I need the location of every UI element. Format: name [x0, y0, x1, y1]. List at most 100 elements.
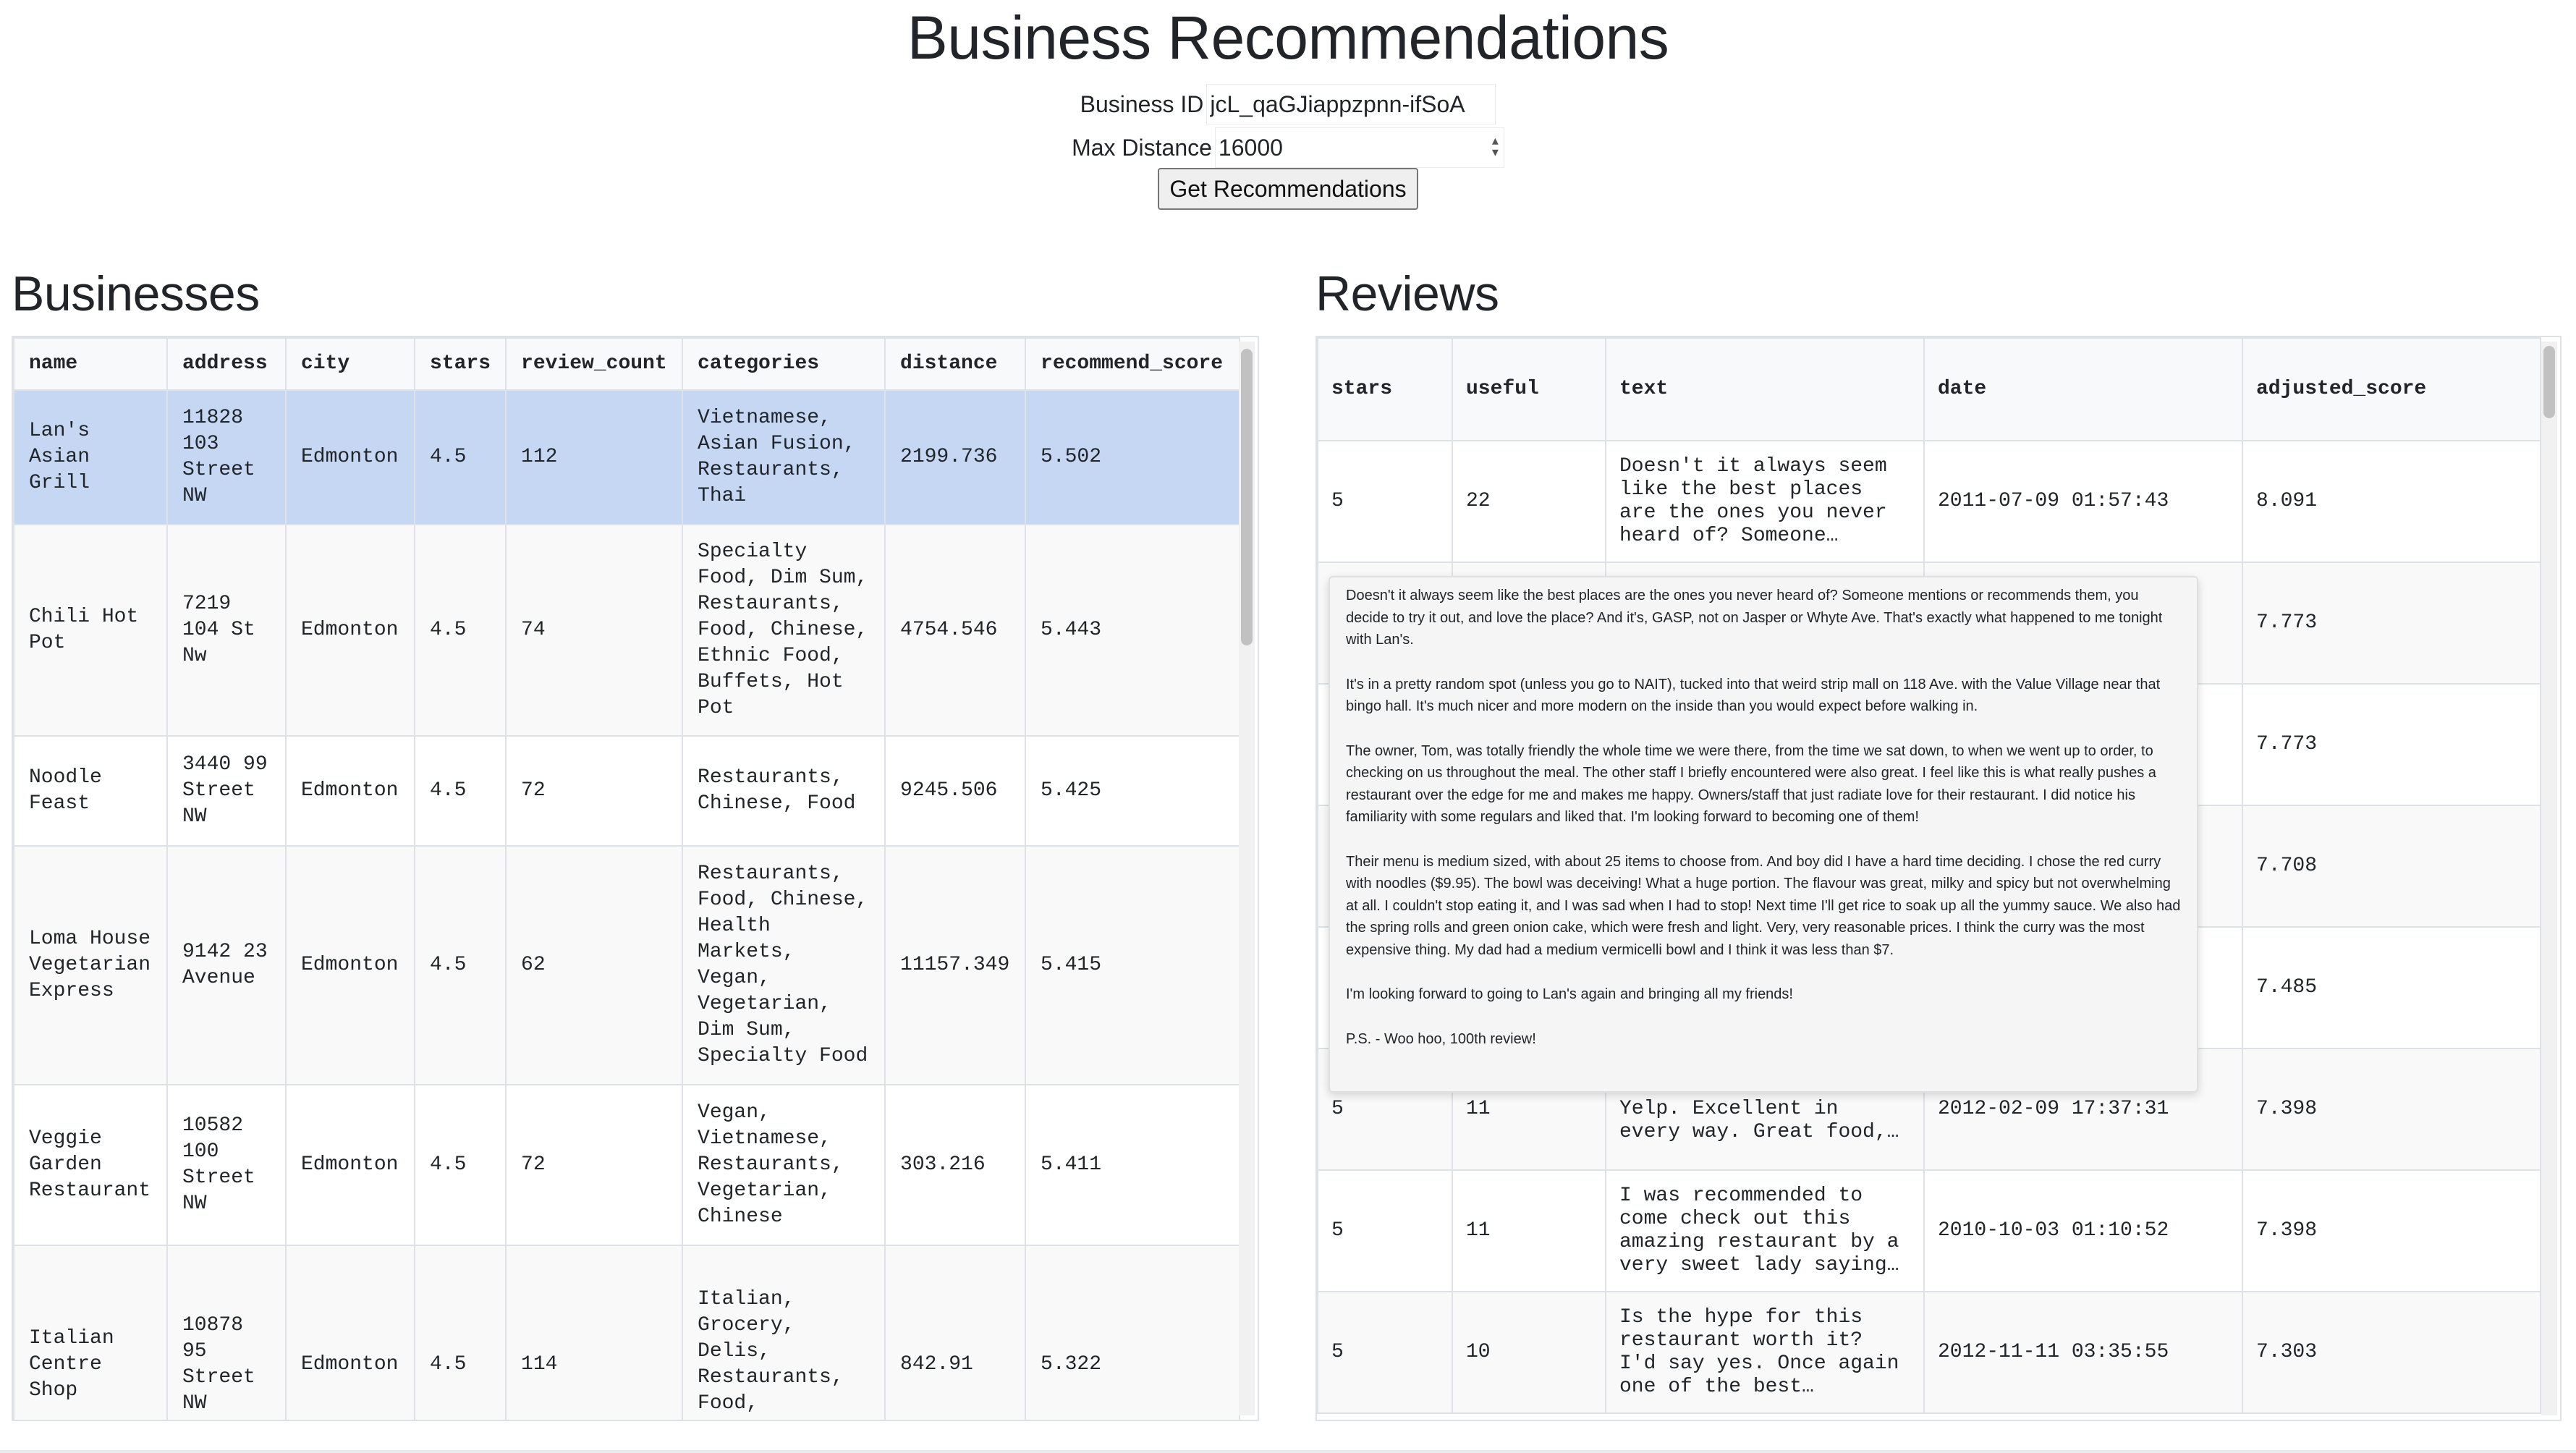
- cell-distance: 11157.349: [884, 845, 1027, 1085]
- cell-useful: 22: [1452, 440, 1606, 563]
- cell-recommend-score: 5.415: [1025, 845, 1241, 1085]
- cell-city: Edmonton: [285, 845, 415, 1085]
- reviews-scrollbar[interactable]: [2541, 342, 2557, 1415]
- cell-city: Edmonton: [285, 524, 415, 737]
- cell-categories: Vietnamese, Asian Fusion, Restaurants, T…: [682, 389, 886, 525]
- max-distance-row: Max Distance ▴▾: [0, 127, 2576, 168]
- cell-text[interactable]: Doesn't it always seem like the best pla…: [1605, 440, 1925, 563]
- cell-recommend-score: 5.322: [1025, 1245, 1241, 1420]
- tooltip-paragraph: I'm looking forward to going to Lan's ag…: [1346, 986, 1793, 1002]
- column-header[interactable]: adjusted_score: [2242, 337, 2541, 441]
- reviews-heading: Reviews: [1315, 266, 1499, 321]
- business-id-row: Business ID: [0, 84, 2576, 124]
- max-distance-input[interactable]: [1214, 127, 1504, 168]
- cell-distance: 842.91: [884, 1245, 1027, 1420]
- column-header[interactable]: categories: [682, 337, 886, 391]
- business-row[interactable]: Noodle Feast 3440 99 Street NW Edmonton …: [13, 735, 1241, 847]
- cell-date: 2012-11-11 03:35:55: [1923, 1291, 2243, 1414]
- cell-categories: Restaurants, Chinese, Food: [682, 735, 886, 847]
- cell-recommend-score: 5.411: [1025, 1084, 1241, 1246]
- cell-city: Edmonton: [285, 735, 415, 847]
- business-row[interactable]: Italian Centre Shop 10878 95 Street NW E…: [13, 1245, 1241, 1420]
- cell-adjusted-score: 8.091: [2242, 440, 2541, 563]
- max-distance-label: Max Distance: [1072, 134, 1212, 161]
- column-header[interactable]: review_count: [505, 337, 684, 391]
- business-id-label: Business ID: [1080, 90, 1204, 117]
- cell-name: Loma House Vegetarian Express: [13, 845, 168, 1085]
- column-header[interactable]: stars: [1317, 337, 1453, 441]
- cell-date: 2011-07-09 01:57:43: [1923, 440, 2243, 563]
- column-header[interactable]: address: [166, 337, 287, 391]
- review-row[interactable]: 5 22 Doesn't it always seem like the bes…: [1317, 440, 2541, 563]
- page-divider: [0, 1450, 2576, 1453]
- businesses-table-container[interactable]: name address city stars review_count cat…: [12, 336, 1259, 1421]
- column-header[interactable]: distance: [884, 337, 1027, 391]
- cell-useful: 11: [1452, 1169, 1606, 1292]
- cell-categories: Vegan, Vietnamese, Restaurants, Vegetari…: [682, 1084, 886, 1246]
- scrollbar-thumb[interactable]: [2543, 346, 2555, 418]
- cell-text[interactable]: I was recommended to come check out this…: [1605, 1169, 1925, 1292]
- cell-stars: 5: [1317, 440, 1453, 563]
- column-header[interactable]: text: [1605, 337, 1925, 441]
- scrollbar-thumb[interactable]: [1241, 349, 1253, 645]
- cell-recommend-score: 5.425: [1025, 735, 1241, 847]
- column-header[interactable]: stars: [413, 337, 507, 391]
- cell-distance: 4754.546: [884, 524, 1027, 737]
- businesses-table: name address city stars review_count cat…: [13, 337, 1241, 1420]
- cell-address: 10878 95 Street NW: [166, 1245, 287, 1420]
- number-spinner-icon[interactable]: ▴ ▾: [1492, 134, 1499, 158]
- cell-address: 9142 23 Avenue: [166, 845, 287, 1085]
- tooltip-paragraph: Their menu is medium sized, with about 2…: [1346, 853, 2181, 958]
- column-header[interactable]: date: [1923, 337, 2243, 441]
- cell-adjusted-score: 7.485: [2242, 926, 2541, 1049]
- column-header[interactable]: useful: [1452, 337, 1606, 441]
- cell-recommend-score: 5.443: [1025, 524, 1241, 737]
- cell-name: Veggie Garden Restaurant: [13, 1084, 168, 1246]
- cell-adjusted-score: 7.398: [2242, 1169, 2541, 1292]
- cell-categories: Italian, Grocery, Delis, Restaurants, Fo…: [682, 1245, 886, 1420]
- column-header[interactable]: name: [13, 337, 168, 391]
- cell-name: Italian Centre Shop: [13, 1245, 168, 1420]
- reviews-header-row: stars useful text date adjusted_score: [1317, 337, 2541, 441]
- cell-review-count: 72: [505, 1084, 684, 1246]
- cell-name: Lan's Asian Grill: [13, 389, 168, 525]
- cell-adjusted-score: 7.303: [2242, 1291, 2541, 1414]
- cell-categories: Restaurants, Food, Chinese, Health Marke…: [682, 845, 886, 1085]
- cell-city: Edmonton: [285, 389, 415, 525]
- page-title: Business Recommendations: [907, 4, 1669, 72]
- cell-review-count: 74: [505, 524, 684, 737]
- tooltip-paragraph: It's in a pretty random spot (unless you…: [1346, 676, 2161, 715]
- submit-row: Get Recommendations: [0, 168, 2576, 210]
- business-row[interactable]: Veggie Garden Restaurant 10582 100 Stree…: [13, 1084, 1241, 1246]
- cell-address: 3440 99 Street NW: [166, 735, 287, 847]
- cell-distance: 2199.736: [884, 389, 1027, 525]
- cell-address: 7219 104 St Nw: [166, 524, 287, 737]
- cell-recommend-score: 5.502: [1025, 389, 1241, 525]
- business-id-input[interactable]: [1206, 84, 1496, 124]
- cell-stars: 4.5: [413, 735, 507, 847]
- column-header[interactable]: recommend_score: [1025, 337, 1241, 391]
- review-row[interactable]: 5 10 Is the hype for this restaurant wor…: [1317, 1291, 2541, 1414]
- review-text-tooltip: Doesn't it always seem like the best pla…: [1329, 576, 2198, 1093]
- cell-address: 10582 100 Street NW: [166, 1084, 287, 1246]
- get-recommendations-button[interactable]: Get Recommendations: [1158, 168, 1418, 210]
- cell-review-count: 114: [505, 1245, 684, 1420]
- cell-stars: 5: [1317, 1291, 1453, 1414]
- businesses-scrollbar[interactable]: [1239, 342, 1255, 1415]
- cell-name: Noodle Feast: [13, 735, 168, 847]
- business-row[interactable]: Lan's Asian Grill 11828 103 Street NW Ed…: [13, 389, 1241, 525]
- review-row[interactable]: 5 11 I was recommended to come check out…: [1317, 1169, 2541, 1292]
- cell-stars: 4.5: [413, 1245, 507, 1420]
- business-row[interactable]: Loma House Vegetarian Express 9142 23 Av…: [13, 845, 1241, 1085]
- business-row[interactable]: Chili Hot Pot 7219 104 St Nw Edmonton 4.…: [13, 524, 1241, 737]
- cell-text[interactable]: Is the hype for this restaurant worth it…: [1605, 1291, 1925, 1414]
- column-header[interactable]: city: [285, 337, 415, 391]
- max-distance-wrapper: ▴▾: [1214, 127, 1504, 168]
- cell-useful: 10: [1452, 1291, 1606, 1414]
- tooltip-paragraph: P.S. - Woo hoo, 100th review!: [1346, 1030, 1536, 1047]
- cell-stars: 4.5: [413, 845, 507, 1085]
- cell-adjusted-score: 7.773: [2242, 562, 2541, 685]
- cell-adjusted-score: 7.773: [2242, 683, 2541, 806]
- cell-adjusted-score: 7.398: [2242, 1048, 2541, 1171]
- review-text: Is the hype for this restaurant worth it…: [1619, 1306, 1899, 1398]
